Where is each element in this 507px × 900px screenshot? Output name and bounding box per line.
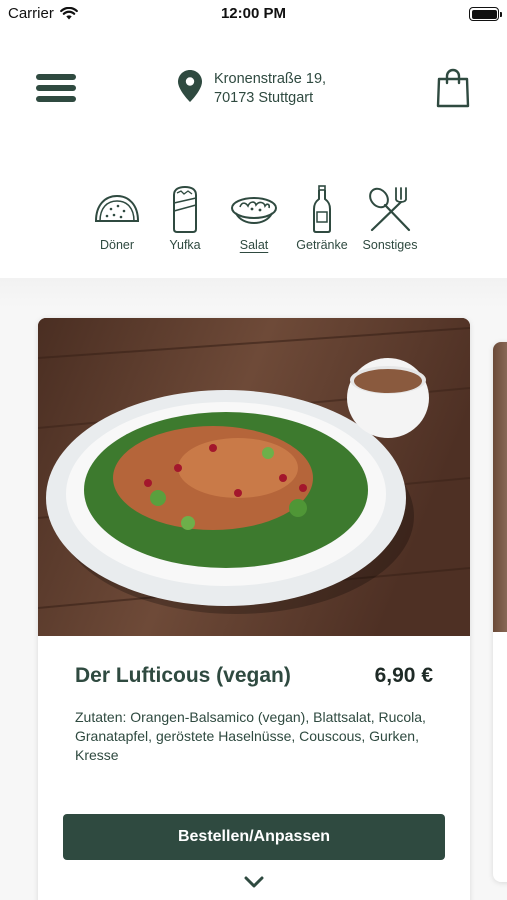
shopping-bag-button[interactable] xyxy=(436,68,470,108)
product-card[interactable]: Der Lufticous (vegan) 6,90 € Zutaten: Or… xyxy=(38,318,470,900)
product-title: Der Lufticous (vegan) xyxy=(75,664,291,687)
category-sonstiges[interactable]: Sonstiges xyxy=(350,184,430,252)
category-label: Sonstiges xyxy=(362,238,418,252)
menu-bar xyxy=(36,74,76,80)
bottle-icon xyxy=(313,185,331,233)
salad-bowl-icon xyxy=(231,197,277,225)
menu-bar xyxy=(36,96,76,102)
next-product-image xyxy=(493,342,507,632)
product-image xyxy=(38,318,470,636)
menu-bar xyxy=(36,85,76,91)
expand-details-button[interactable] xyxy=(243,874,265,890)
battery-icon xyxy=(469,7,502,21)
delivery-location[interactable]: Kronenstraße 19, 70173 Stuttgart xyxy=(178,70,326,108)
status-bar: Carrier 12:00 PM xyxy=(0,0,507,28)
status-time: 12:00 PM xyxy=(220,5,287,22)
doner-icon xyxy=(94,194,140,222)
category-nav: Döner Yufka Salat Getränke Sonstiges xyxy=(0,184,507,259)
product-description: Zutaten: Orangen-Balsamico (vegan), Blat… xyxy=(75,709,426,763)
product-carousel[interactable]: Der Lufticous (vegan) 6,90 € Zutaten: Or… xyxy=(0,278,507,900)
cutlery-icon xyxy=(369,187,411,232)
chevron-down-icon xyxy=(244,876,264,888)
hamburger-menu-button[interactable] xyxy=(36,74,76,104)
order-customize-button[interactable]: Bestellen/Anpassen xyxy=(63,814,445,860)
address-text: Kronenstraße 19, 70173 Stuttgart xyxy=(214,70,326,108)
address-street: Kronenstraße 19, xyxy=(214,71,327,87)
location-pin-icon xyxy=(178,70,202,102)
category-label: Yufka xyxy=(169,238,201,252)
wrap-icon xyxy=(173,185,197,233)
app-header: Kronenstraße 19, 70173 Stuttgart xyxy=(0,68,507,112)
shopping-bag-icon xyxy=(436,68,470,108)
category-yufka[interactable]: Yufka xyxy=(145,184,225,252)
address-city: 70173 Stuttgart xyxy=(214,90,314,106)
product-price: 6,90 € xyxy=(374,664,433,687)
next-product-card[interactable] xyxy=(493,342,507,882)
